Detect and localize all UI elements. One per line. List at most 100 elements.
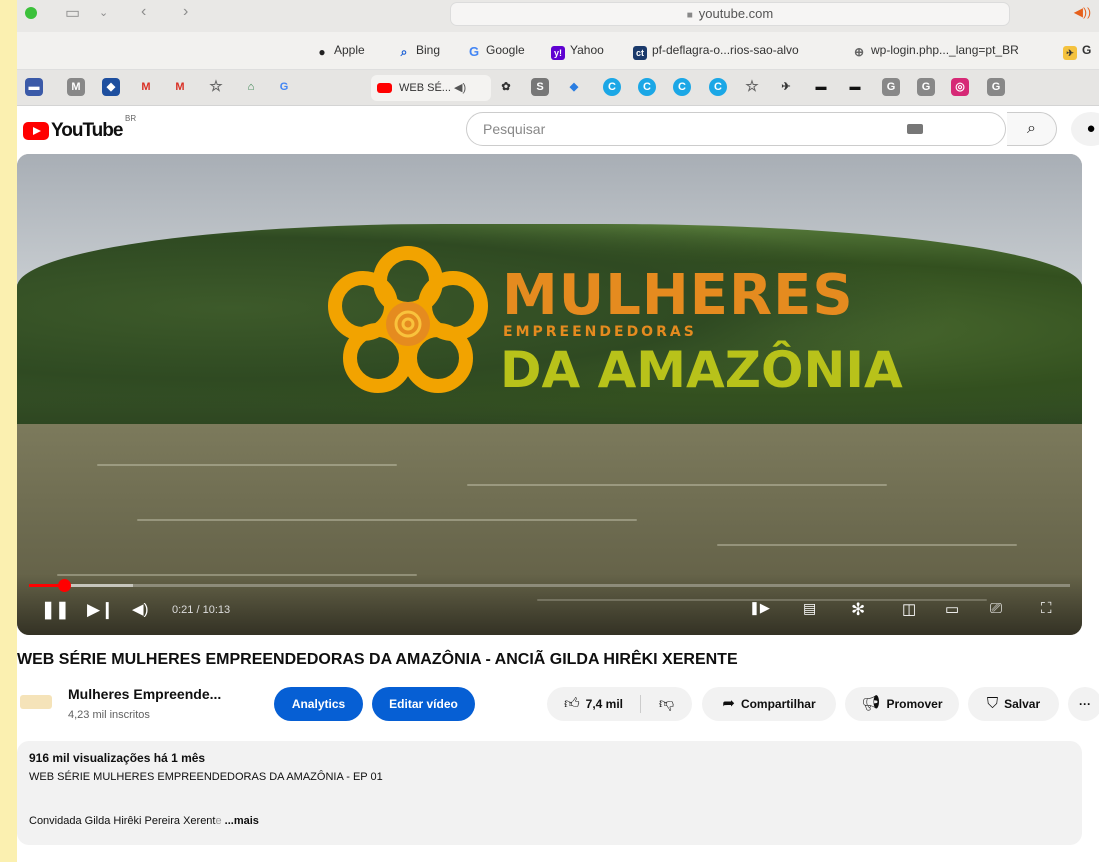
tab-icon-c-4[interactable]: C <box>709 78 727 96</box>
youtube-play-icon <box>23 122 49 140</box>
volume-icon[interactable]: ◀) <box>132 600 149 618</box>
subscriber-count: 4,23 mil inscritos <box>68 709 150 721</box>
tab-icon-gmail-2[interactable]: M <box>171 78 189 96</box>
favorite-google[interactable]: G Google <box>467 43 525 59</box>
subtitles-icon[interactable]: ▤ <box>803 600 816 617</box>
ct-icon: ct <box>633 46 647 60</box>
tab-icon-c-2[interactable]: C <box>638 78 656 96</box>
forward-icon[interactable]: › <box>183 3 188 21</box>
lock-icon: ■ <box>686 10 693 21</box>
channel-name[interactable]: Mulheres Empreende... <box>68 686 221 702</box>
yahoo-icon: y! <box>551 46 565 60</box>
description-box[interactable]: 916 mil visualizações há 1 mês WEB SÉRIE… <box>17 741 1082 845</box>
tab-icon-gmail[interactable]: M <box>137 78 155 96</box>
favorite-bing[interactable]: ⌕ Bing <box>397 43 440 59</box>
flower-logo-icon <box>328 246 488 393</box>
search-input[interactable]: Pesquisar <box>466 112 1006 146</box>
video-player[interactable]: MULHERES EMPREENDEDORAS DA AMAZÔNIA ❚❚ ▶… <box>17 154 1082 635</box>
airplay-icon[interactable]: ⎚ <box>990 600 1002 617</box>
settings-gear-icon[interactable]: ✻ <box>851 600 865 620</box>
speaker-icon[interactable]: ◀)) <box>1074 5 1091 19</box>
tab-icon-truck[interactable]: ▬ <box>25 78 43 96</box>
overlay-title-line2: EMPREENDEDORAS <box>503 324 697 340</box>
megaphone-icon: 📢︎ <box>861 695 881 712</box>
autoplay-toggle-icon[interactable]: ❚▶ <box>749 600 770 616</box>
edit-video-button[interactable]: Editar vídeo <box>372 687 475 721</box>
more-actions-button[interactable]: ··· <box>1068 687 1099 721</box>
progress-scrubber[interactable] <box>58 579 72 592</box>
sidebar-icon[interactable]: ▭ <box>65 3 80 23</box>
tab-icon-instagram[interactable]: ◎ <box>951 78 969 96</box>
youtube-icon <box>377 83 392 93</box>
overlay-title-line1: MULHERES <box>502 263 854 328</box>
channel-avatar[interactable] <box>20 695 52 709</box>
analytics-button[interactable]: Analytics <box>274 687 363 721</box>
fullscreen-icon[interactable]: ⛶ <box>1041 600 1052 617</box>
search-icon: ⌕ <box>400 45 408 59</box>
voice-search-button[interactable]: ● <box>1071 112 1099 146</box>
window-zoom-button[interactable] <box>25 7 37 19</box>
back-icon[interactable]: ‹ <box>141 3 146 21</box>
favorite-yahoo[interactable]: y! Yahoo <box>551 43 604 60</box>
time-display: 0:21 / 10:13 <box>172 604 231 616</box>
view-count-date: 916 mil visualizações há 1 mês <box>29 751 206 765</box>
tab-icon-s[interactable]: S <box>531 78 549 96</box>
save-button[interactable]: ⛉ Salvar <box>968 687 1059 721</box>
description-line-1: WEB SÉRIE MULHERES EMPREENDEDORAS DA AMA… <box>29 771 383 783</box>
youtube-header: YouTube BR Pesquisar ⌕ ● <box>17 106 1099 154</box>
address-bar[interactable]: ■ youtube.com <box>450 2 1010 26</box>
show-more-link[interactable]: ...mais <box>222 815 259 827</box>
like-dislike-group: 👍︎ 7,4 mil 👎︎ <box>547 687 692 721</box>
tab-icon-g-3[interactable]: G <box>987 78 1005 96</box>
theater-mode-icon[interactable]: ▭ <box>945 600 959 618</box>
favorite-apple[interactable]: ● Apple <box>315 43 364 59</box>
tab-icon-g-1[interactable]: G <box>882 78 900 96</box>
search-icon: ⌕ <box>1027 120 1036 137</box>
like-button[interactable]: 👍︎ 7,4 mil <box>547 687 640 721</box>
google-icon: G <box>468 44 480 59</box>
tab-icon-house[interactable]: ⌂ <box>242 78 260 96</box>
title-bar: ▭ ⌄ ‹ › ■ youtube.com ◀)) <box>17 0 1099 32</box>
tab-icon-star[interactable]: ☆ <box>207 78 225 96</box>
bird-icon: ✈ <box>1063 46 1077 60</box>
thumbs-down-icon: 👎︎ <box>658 695 675 712</box>
tab-icon-bird[interactable]: ✈ <box>777 78 795 96</box>
player-controls: ❚❚ ▶❙ ◀) 0:21 / 10:13 ❚▶ ▤ ✻ ◫ ▭ ⎚ ⛶ <box>17 574 1082 635</box>
url-text: youtube.com <box>698 6 774 21</box>
tab-icon-drive[interactable]: ◆ <box>565 78 583 96</box>
favorite-wp-login[interactable]: ⊕ wp-login.php..._lang=pt_BR <box>852 43 1019 59</box>
favorites-bar: ● Apple ⌕ Bing G Google y! Yahoo ct pf-deflag… <box>17 32 1099 70</box>
dislike-button[interactable]: 👎︎ <box>641 687 692 721</box>
chevron-down-icon[interactable]: ⌄ <box>99 6 108 19</box>
promote-button[interactable]: 📢︎ Promover <box>845 687 959 721</box>
tab-icon-c-3[interactable]: C <box>673 78 691 96</box>
favorite-bird[interactable]: ✈ G <box>1063 43 1091 60</box>
search-button[interactable]: ⌕ <box>1007 112 1057 146</box>
speaker-icon[interactable]: ◀) <box>454 82 466 94</box>
tab-icon-shield[interactable]: ◆ <box>102 78 120 96</box>
tab-icon-dash-1[interactable]: ▬ <box>812 78 830 96</box>
tab-icon-m-grey[interactable]: M <box>67 78 85 96</box>
pause-icon[interactable]: ❚❚ <box>41 600 70 620</box>
keyboard-icon[interactable] <box>907 124 923 134</box>
next-icon[interactable]: ▶❙ <box>87 600 114 620</box>
share-arrow-icon: ➦ <box>722 695 735 712</box>
thumbs-up-icon: 👍︎ <box>563 695 580 712</box>
youtube-logo[interactable]: YouTube BR <box>23 114 136 142</box>
miniplayer-icon[interactable]: ◫ <box>902 600 916 618</box>
tab-bar: ▬ M ◆ M M ☆ ⌂ G WEB SÉ... ◀) ✿ S ◆ C C C… <box>17 70 1099 106</box>
microphone-icon: ● <box>1086 120 1096 137</box>
favorite-pf-deflagra[interactable]: ct pf-deflagra-o...rios-sao-alvo <box>633 43 799 60</box>
tab-icon-g-2[interactable]: G <box>917 78 935 96</box>
tab-icon-dash-2[interactable]: ▬ <box>846 78 864 96</box>
tab-youtube-active[interactable]: WEB SÉ... ◀) <box>371 75 491 101</box>
tab-icon-openai[interactable]: ✿ <box>497 78 515 96</box>
overlay-title-line3: DA AMAZÔNIA <box>500 341 903 399</box>
progress-bar[interactable] <box>29 579 1070 592</box>
tab-icon-c-1[interactable]: C <box>603 78 621 96</box>
tab-icon-google[interactable]: G <box>275 78 293 96</box>
video-title: WEB SÉRIE MULHERES EMPREENDEDORAS DA AMA… <box>17 651 738 668</box>
tab-icon-star-2[interactable]: ☆ <box>743 78 761 96</box>
share-button[interactable]: ➦ Compartilhar <box>702 687 836 721</box>
description-line-2: Convidada Gilda Hirêki Pereira Xerente .… <box>29 815 259 827</box>
